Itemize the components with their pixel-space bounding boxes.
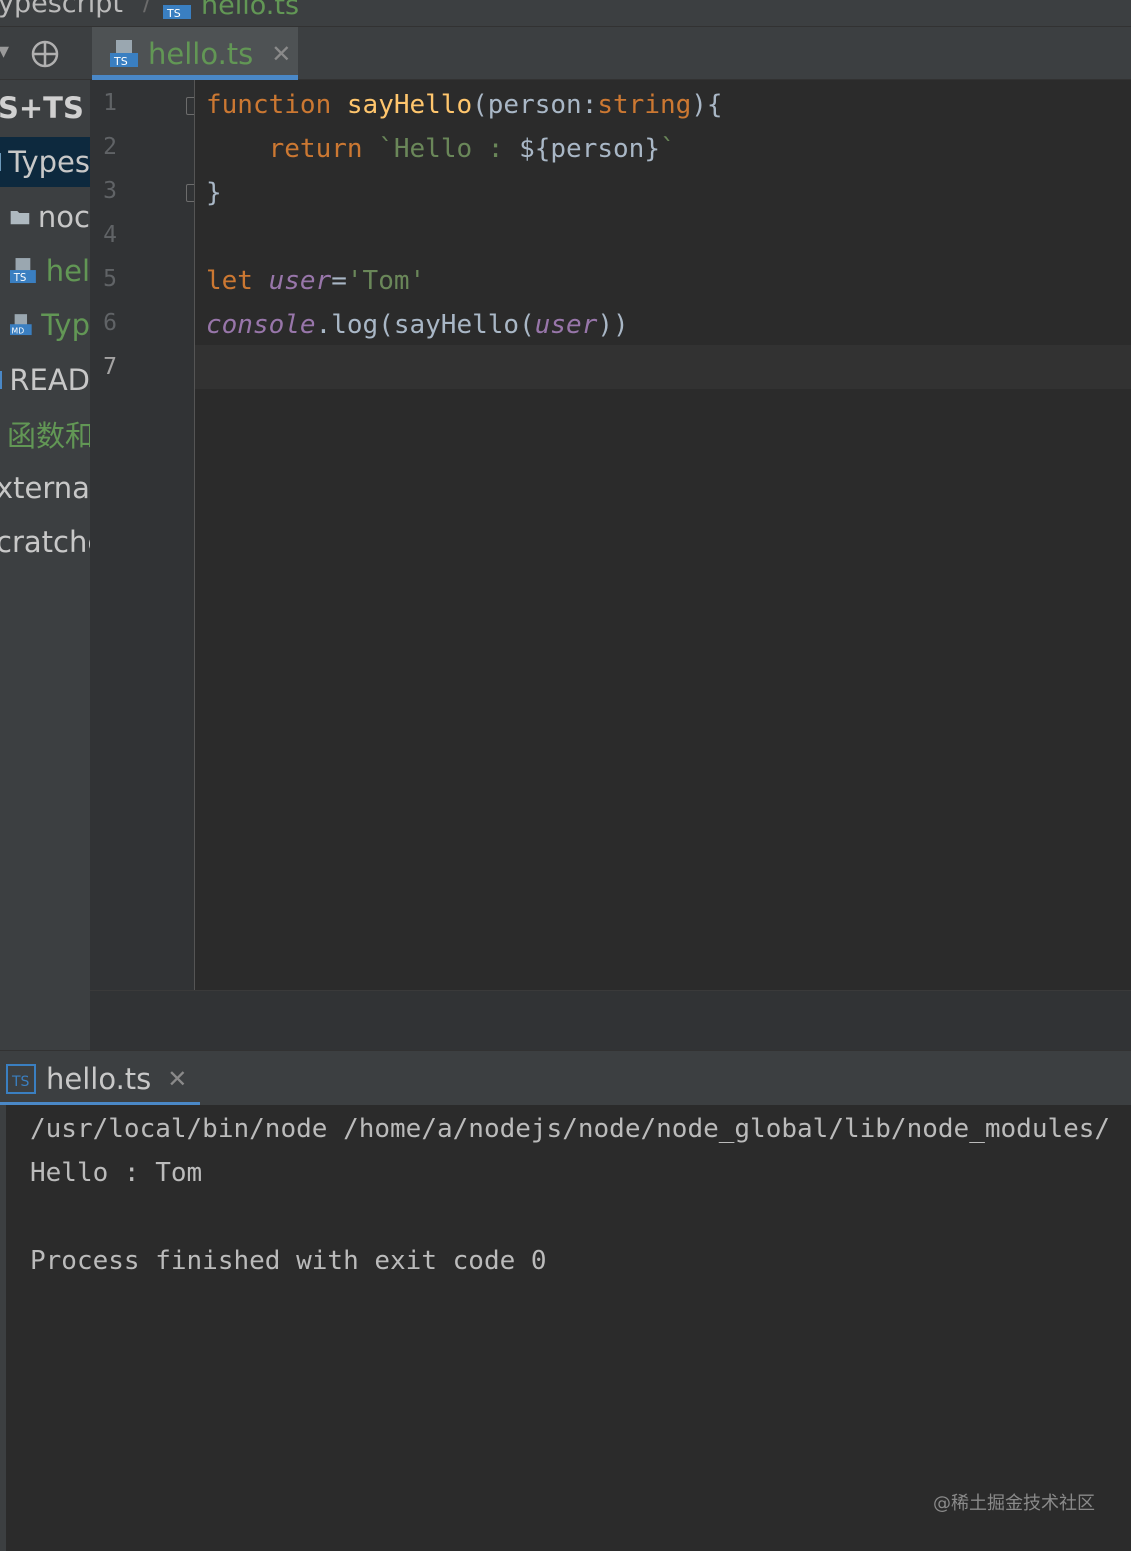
current-line-highlight [195, 345, 1131, 389]
tree-item-label: hel [45, 254, 90, 288]
keyword: function [206, 90, 332, 120]
breadcrumb-file-label: hello.ts [201, 0, 300, 21]
folder-icon [10, 211, 30, 225]
breadcrumb-separator: / [143, 0, 152, 16]
run-tab-label: hello.ts [46, 1061, 152, 1096]
tree-item-typescript-md[interactable]: MD Typ [0, 300, 90, 350]
breadcrumb: ypescript / TS hello.ts [0, 0, 1131, 27]
console-line: Process finished with exit code 0 [30, 1246, 547, 1276]
line-number: 7 [103, 354, 117, 380]
tree-item-functions[interactable]: 函数和 [0, 409, 90, 459]
project-panel: ▾ ⋮ S+TS Types noc TS hel MD Typ [0, 27, 90, 1050]
typescript-file-icon: TS [110, 39, 138, 68]
brace: ){ [691, 90, 723, 120]
project-panel-footer [0, 990, 90, 1050]
typescript-file-icon: TS [163, 4, 191, 20]
tab-label: hello.ts [148, 36, 254, 71]
template-string: `Hello : [378, 134, 520, 164]
typescript-file-icon: TS [6, 1063, 36, 1094]
tree-item-external-libraries[interactable]: xternal [0, 463, 90, 513]
breadcrumb-file[interactable]: TS hello.ts [163, 0, 299, 21]
line-number: 5 [103, 266, 117, 292]
run-tab-bar: TS hello.ts ✕ [0, 1050, 1131, 1106]
tree-item-readme[interactable]: READ [0, 355, 90, 405]
svg-text:TS: TS [113, 55, 128, 68]
typescript-file-icon: TS [10, 258, 36, 284]
code-line-1: function sayHello(person:string){ [206, 83, 723, 127]
line-number: 2 [103, 134, 117, 160]
project-toolbar: ▾ ⋮ [0, 27, 90, 80]
tree-item-label: cratche [0, 525, 90, 559]
editor-footer [90, 990, 1131, 1050]
line-number: 1 [103, 90, 117, 116]
code-line-6: console.log(sayHello(user)) [206, 303, 629, 347]
line-number-gutter: 1 2 3 4 5 6 7 [90, 80, 200, 990]
run-console[interactable]: /usr/local/bin/node /home/a/nodejs/node/… [0, 1105, 1131, 1551]
tree-item-hello-ts[interactable]: TS hel [0, 246, 90, 296]
tab-run-hello-ts[interactable]: TS hello.ts ✕ [0, 1051, 200, 1106]
tree-item-label: Typ [41, 308, 90, 342]
variable: user [268, 266, 332, 296]
locate-file-icon[interactable] [30, 39, 60, 69]
svg-text:TS: TS [11, 1074, 30, 1090]
global-object: console [206, 310, 316, 340]
console-line: Hello : Tom [30, 1158, 203, 1188]
more-options-icon[interactable]: ⋮ [82, 37, 90, 67]
svg-text:MD: MD [12, 327, 25, 336]
close-icon[interactable]: ✕ [271, 40, 291, 68]
call-expression: .log(sayHello( [315, 310, 535, 340]
tree-item-typescript-module[interactable]: Types [0, 137, 90, 187]
template-expression: ${person} [519, 134, 660, 164]
close-icon[interactable]: ✕ [167, 1065, 187, 1093]
console-line: /usr/local/bin/node /home/a/nodejs/node/… [30, 1114, 1111, 1144]
tab-hello-ts[interactable]: TS hello.ts ✕ [92, 27, 298, 80]
operator: = [331, 266, 347, 296]
template-string-end: ` [659, 134, 676, 164]
editor-tab-bar: TS hello.ts ✕ [90, 27, 1131, 80]
line-number: 3 [103, 178, 117, 204]
code-editor[interactable]: function sayHello(person:string){ return… [195, 80, 1131, 990]
keyword: return [268, 134, 363, 164]
svg-text:TS: TS [13, 273, 27, 284]
breadcrumb-project[interactable]: ypescript [0, 0, 123, 19]
project-root-label: S+TS [0, 91, 84, 125]
params: (person: [472, 90, 598, 120]
markdown-file-icon: MD [10, 314, 32, 336]
watermark: @稀土掘金技术社区 [933, 1493, 1095, 1514]
line-number: 6 [103, 310, 117, 336]
tree-item-scratches[interactable]: cratche [0, 517, 90, 567]
code-line-2: return `Hello : ${person}` [206, 127, 676, 171]
svg-text:TS: TS [166, 7, 181, 20]
code-line-3: } [206, 178, 222, 208]
type: string [597, 90, 692, 120]
tree-item-label: Types [8, 145, 90, 179]
line-number: 4 [103, 222, 117, 248]
readme-marker-icon [0, 371, 3, 389]
dropdown-chevron-icon[interactable]: ▾ [0, 39, 9, 64]
paren-close: )) [597, 310, 629, 340]
tree-item-label: noc [37, 200, 90, 234]
tree-item-node-modules[interactable]: noc [0, 192, 90, 242]
tree-item-label: READ [9, 363, 90, 397]
variable: user [534, 310, 598, 340]
code-line-5: let user='Tom' [206, 259, 425, 303]
function-name: sayHello [346, 90, 473, 120]
project-root[interactable]: S+TS [0, 83, 88, 133]
string-literal: 'Tom' [346, 266, 426, 296]
tree-item-label: 函数和 [7, 419, 90, 453]
keyword: let [206, 266, 253, 296]
tree-item-label: xternal [0, 471, 90, 505]
